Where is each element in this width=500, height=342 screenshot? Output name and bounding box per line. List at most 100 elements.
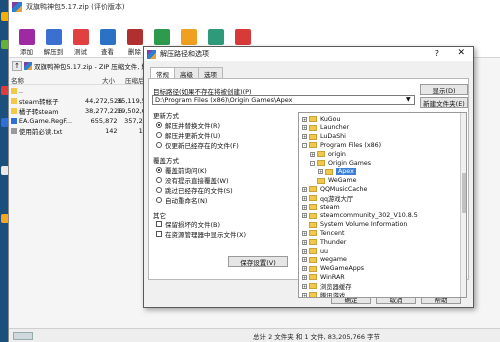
tree-expander-icon[interactable]: +: [302, 204, 307, 210]
file-icon: [11, 108, 17, 114]
tree-node[interactable]: + KuGou: [302, 115, 341, 123]
overwrite-mode-option[interactable]: 自动重命名(N): [156, 195, 207, 205]
tree-expander-icon[interactable]: +: [302, 239, 307, 245]
tree-node[interactable]: - Program Files (x86): [302, 141, 381, 149]
tree-expander-icon[interactable]: +: [302, 248, 307, 254]
tree-node[interactable]: + origin: [310, 150, 346, 158]
file-list-header: 名称 大小 压缩后大: [9, 75, 151, 85]
file-row[interactable]: ..: [9, 86, 151, 96]
tree-expander-icon[interactable]: +: [318, 169, 323, 175]
toolbar-button[interactable]: [175, 28, 202, 46]
tree-expander-icon[interactable]: +: [302, 257, 307, 263]
status-text: 总计 2 文件夹 和 1 文件, 83,205,766 字节: [253, 332, 381, 341]
tree-node[interactable]: + Launcher: [302, 124, 349, 132]
tree-node[interactable]: System Volume Information: [302, 221, 407, 229]
toolbar-button[interactable]: [202, 28, 229, 46]
toolbar-button[interactable]: [229, 28, 256, 46]
column-name[interactable]: 名称: [9, 75, 79, 85]
tree-node[interactable]: + Apex: [318, 168, 356, 176]
chevron-down-icon[interactable]: ▼: [406, 96, 411, 103]
tree-node[interactable]: + qq游戏大厅: [302, 194, 353, 203]
update-mode-option[interactable]: 解压并更新文件(U): [156, 130, 220, 140]
toolbar-icon: [18, 29, 35, 45]
radio-button[interactable]: [156, 132, 162, 138]
checkbox[interactable]: [156, 221, 162, 227]
tree-expander-icon[interactable]: +: [310, 151, 315, 157]
tree-expander-icon[interactable]: +: [302, 213, 307, 219]
toolbar-button[interactable]: 查看: [94, 28, 121, 56]
radio-button[interactable]: [156, 142, 162, 148]
checkbox[interactable]: [156, 231, 162, 237]
radio-button[interactable]: [156, 122, 162, 128]
update-mode-option[interactable]: 仅更新已经存在的文件(F): [156, 140, 239, 150]
target-path-input[interactable]: D:\Program Files (x86)\Origin Games\Apex: [152, 95, 415, 105]
up-arrow-icon[interactable]: ↑: [12, 61, 22, 71]
tree-node[interactable]: + wegame: [302, 256, 347, 264]
tree-expander-icon[interactable]: -: [310, 160, 315, 166]
column-size[interactable]: 大小: [79, 75, 115, 85]
new-folder-button[interactable]: 新建文件夹(E): [420, 97, 468, 108]
tree-expander-icon[interactable]: +: [302, 195, 307, 201]
tree-node-label: origin: [328, 150, 346, 158]
tree-node[interactable]: + Tencent: [302, 229, 344, 237]
tree-node-label: LuDaShi: [320, 133, 346, 141]
toolbar-button[interactable]: [148, 28, 175, 46]
tree-expander-icon[interactable]: +: [302, 116, 307, 122]
close-icon[interactable]: ✕: [457, 48, 465, 58]
toolbar-button[interactable]: 添加: [13, 28, 40, 56]
tree-node[interactable]: + WinRAR: [302, 273, 345, 281]
toolbar-button[interactable]: 测试: [67, 28, 94, 56]
tree-node[interactable]: + QQMusicCache: [302, 185, 367, 193]
file-row[interactable]: steam转帐子 44,272,526 35,119,587: [9, 96, 154, 106]
file-row[interactable]: 使用前必读.txt142145: [9, 126, 151, 136]
misc-option[interactable]: 在资源管理器中显示文件(X): [156, 229, 246, 239]
show-button[interactable]: 显示(D): [420, 84, 468, 95]
tree-node-label: steam: [320, 203, 340, 211]
file-size: 142: [105, 127, 118, 135]
file-row[interactable]: EA.Game.RegF... 655,872 357,282: [9, 116, 151, 126]
radio-button[interactable]: [156, 197, 162, 203]
tree-expander-icon[interactable]: +: [302, 230, 307, 236]
folder-icon: [309, 195, 317, 202]
tree-expander-icon[interactable]: +: [302, 134, 307, 140]
tree-node[interactable]: + 浏览器缓存: [302, 282, 351, 291]
file-name: 橘子转steam: [18, 108, 59, 116]
tree-node[interactable]: + LuDaShi: [302, 133, 346, 141]
radio-button[interactable]: [156, 187, 162, 193]
tree-node[interactable]: + 腾讯游戏: [302, 291, 345, 297]
tree-node[interactable]: WeGame: [310, 177, 356, 185]
tree-expander-icon[interactable]: +: [302, 274, 307, 280]
tree-expander-icon[interactable]: +: [302, 186, 307, 192]
misc-option[interactable]: 保留损坏的文件(B): [156, 219, 220, 229]
radio-button[interactable]: [156, 177, 162, 183]
tree-node[interactable]: + Thunder: [302, 238, 346, 246]
overwrite-mode-option[interactable]: 覆盖前询问(K): [156, 165, 207, 175]
save-settings-button[interactable]: 保存设置(V): [228, 256, 288, 267]
menubar: [9, 14, 500, 28]
scrollbar-thumb[interactable]: [462, 173, 466, 213]
tree-expander-icon[interactable]: -: [302, 142, 307, 148]
file-row[interactable]: 橘子转steam 38,277,226 19,502,604: [9, 106, 154, 116]
tree-node[interactable]: + uu: [302, 247, 328, 255]
tree-expander-icon[interactable]: +: [302, 266, 307, 272]
folder-icon: [309, 221, 317, 228]
overwrite-mode-option[interactable]: 跳过已经存在的文件(S): [156, 185, 233, 195]
overwrite-mode-option[interactable]: 没有提示直接覆盖(W): [156, 175, 229, 185]
tree-node[interactable]: + steamcommunity_302_V10.8.5: [302, 212, 418, 220]
tree-expander-icon[interactable]: +: [302, 125, 307, 131]
folder-icon: [309, 274, 317, 281]
update-mode-option[interactable]: 解压并替换文件(R): [156, 120, 220, 130]
folder-icon: [309, 204, 317, 210]
folder-icon: [309, 292, 317, 297]
tree-scrollbar[interactable]: [460, 113, 466, 297]
tree-expander-icon[interactable]: +: [302, 292, 307, 297]
tree-expander-icon[interactable]: +: [302, 283, 307, 289]
radio-button[interactable]: [156, 167, 162, 173]
folder-tree[interactable]: + KuGou + Launcher + LuDaShi - Program Files (x…: [298, 112, 467, 298]
tree-node[interactable]: - Origin Games: [310, 159, 371, 167]
tree-node[interactable]: + steam: [302, 203, 340, 211]
help-icon[interactable]: ?: [435, 49, 439, 58]
tree-node[interactable]: + WeGameApps: [302, 265, 364, 273]
toolbar-button[interactable]: 解压到: [40, 28, 67, 56]
toolbar-icon: [99, 29, 116, 45]
